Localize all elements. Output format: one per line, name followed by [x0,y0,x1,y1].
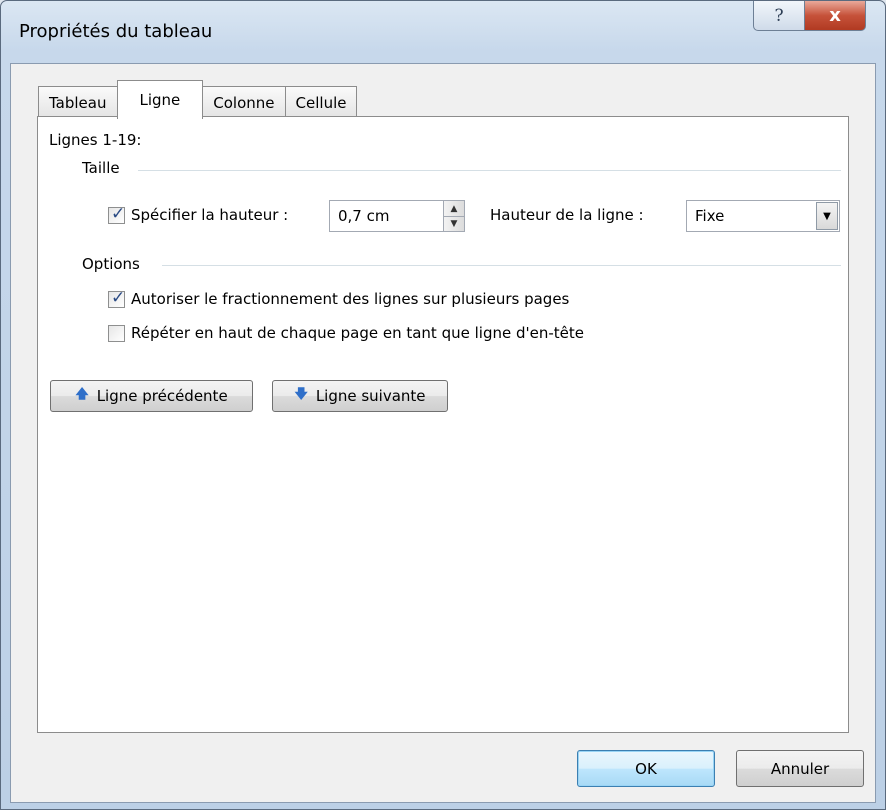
help-icon: ? [774,5,784,26]
options-group-separator [162,265,841,266]
tab-label: Cellule [295,93,347,112]
cancel-label: Annuler [770,759,830,778]
previous-row-button[interactable]: 🡅 Ligne précédente [50,380,253,412]
row-height-mode-select[interactable]: Fixe ▼ [686,200,840,232]
size-group-label: Taille [82,159,120,177]
arrow-down-icon: 🡇 [294,387,308,402]
tab-colonne[interactable]: Colonne [202,86,286,118]
cancel-button[interactable]: Annuler [736,750,864,787]
arrow-up-icon: 🡅 [75,387,89,402]
title-bar[interactable]: Propriétés du tableau ? x [1,1,885,63]
allow-row-break-checkbox[interactable]: ✓ [108,288,126,308]
checkmark-icon: ✓ [111,204,126,224]
close-icon: x [829,5,841,26]
repeat-header-row-checkbox[interactable] [108,325,125,342]
next-row-button[interactable]: 🡇 Ligne suivante [272,380,448,412]
specify-height-label: Spécifier la hauteur : [131,206,289,224]
spin-up-button[interactable]: ▲ [444,201,464,217]
tab-label: Colonne [213,93,275,112]
size-group-separator [138,170,841,171]
tab-ligne[interactable]: Ligne [116,80,204,119]
ok-button[interactable]: OK [577,750,715,787]
repeat-header-row-label: Répéter en haut de chaque page en tant q… [131,324,584,342]
help-button[interactable]: ? [753,1,805,31]
allow-row-break-label: Autoriser le fractionnement des lignes s… [131,290,570,308]
dropdown-arrow-button[interactable]: ▼ [816,202,838,230]
previous-row-label: Ligne précédente [96,387,228,405]
next-row-label: Ligne suivante [315,387,426,405]
dialog-window: Propriétés du tableau ? x Tableau Ligne … [0,0,886,810]
spin-down-button[interactable]: ▼ [444,216,464,231]
row-height-input[interactable]: 0,7 cm [329,200,459,232]
tab-strip: Tableau Ligne Colonne Cellule [38,80,358,119]
row-height-spinner: ▲ ▼ [443,200,465,232]
row-height-mode-value: Fixe [695,207,725,225]
checkmark-icon: ✓ [111,288,126,308]
dialog-title: Propriétés du tableau [19,21,213,42]
triangle-up-icon: ▲ [450,203,458,214]
options-group-label: Options [82,255,140,273]
close-button[interactable]: x [804,1,866,31]
ok-label: OK [635,759,657,778]
triangle-down-icon: ▼ [450,218,458,229]
chevron-down-icon: ▼ [823,210,831,222]
ligne-tab-panel: Lignes 1-19: Taille ✓ Spécifier la haute… [37,116,849,733]
tab-label: Tableau [49,93,107,112]
specify-height-checkbox[interactable]: ✓ [108,204,126,224]
tab-cellule[interactable]: Cellule [284,86,358,118]
row-height-mode-label: Hauteur de la ligne : [490,206,644,224]
tab-label: Ligne [139,91,181,109]
row-height-value: 0,7 cm [338,207,390,225]
rows-range-label: Lignes 1-19: [49,131,142,149]
dialog-client-area: Tableau Ligne Colonne Cellule Lignes 1-1… [10,63,876,803]
tab-tableau[interactable]: Tableau [38,86,118,118]
